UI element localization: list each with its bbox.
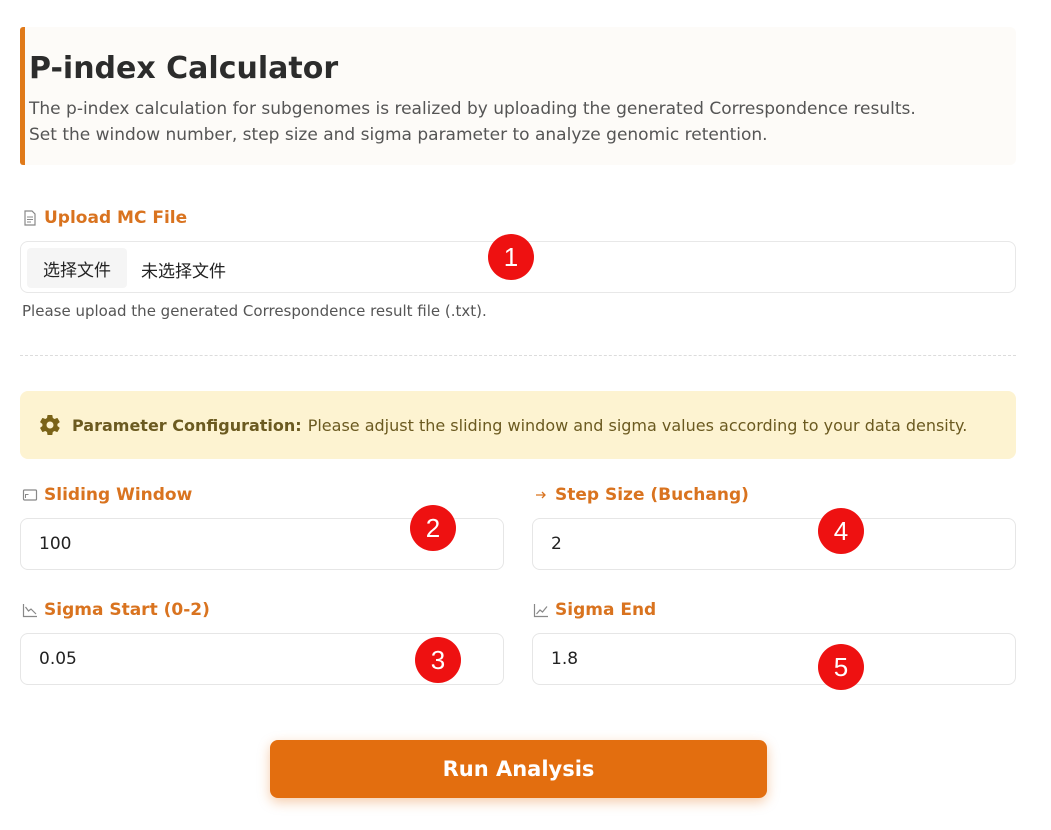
run-analysis-button[interactable]: Run Analysis	[270, 740, 767, 798]
trend-up-icon	[533, 604, 548, 618]
page-title: P-index Calculator	[29, 51, 339, 86]
sigma-end-label: Sigma End	[533, 600, 656, 620]
parameter-notice: Parameter Configuration: Please adjust t…	[20, 391, 1016, 459]
notice-text: Please adjust the sliding window and sig…	[307, 415, 968, 435]
choose-file-button[interactable]: 选择文件	[27, 248, 127, 288]
sliding-window-label-text: Sliding Window	[44, 485, 193, 505]
notice-title: Parameter Configuration:	[72, 415, 302, 435]
sigma-start-label: Sigma Start (0-2)	[22, 600, 210, 620]
upload-label-text: Upload MC File	[44, 208, 188, 228]
step-size-input[interactable]	[532, 518, 1016, 570]
sigma-end-input[interactable]	[532, 633, 1016, 685]
page-description: The p-index calculation for subgenomes i…	[29, 99, 916, 145]
upload-label: Upload MC File	[22, 208, 187, 228]
window-icon	[22, 489, 38, 501]
header-accent-bar	[20, 27, 25, 165]
marker-4: 4	[818, 508, 864, 554]
sigma-end-label-text: Sigma End	[555, 600, 657, 620]
upload-hint: Please upload the generated Corresponden…	[22, 302, 487, 320]
divider	[20, 355, 1016, 356]
marker-1: 1	[488, 234, 534, 280]
step-size-label-text: Step Size (Buchang)	[555, 485, 749, 505]
file-icon	[24, 210, 36, 226]
arrow-right-icon	[536, 491, 546, 499]
sigma-start-label-text: Sigma Start (0-2)	[44, 600, 210, 620]
marker-2: 2	[410, 505, 456, 551]
gear-icon	[40, 414, 60, 436]
marker-5: 5	[818, 644, 864, 690]
step-size-label: Step Size (Buchang)	[533, 485, 749, 505]
sliding-window-label: Sliding Window	[22, 485, 192, 505]
file-status: 未选择文件	[141, 262, 226, 282]
trend-down-icon	[22, 604, 37, 618]
marker-3: 3	[415, 637, 461, 683]
